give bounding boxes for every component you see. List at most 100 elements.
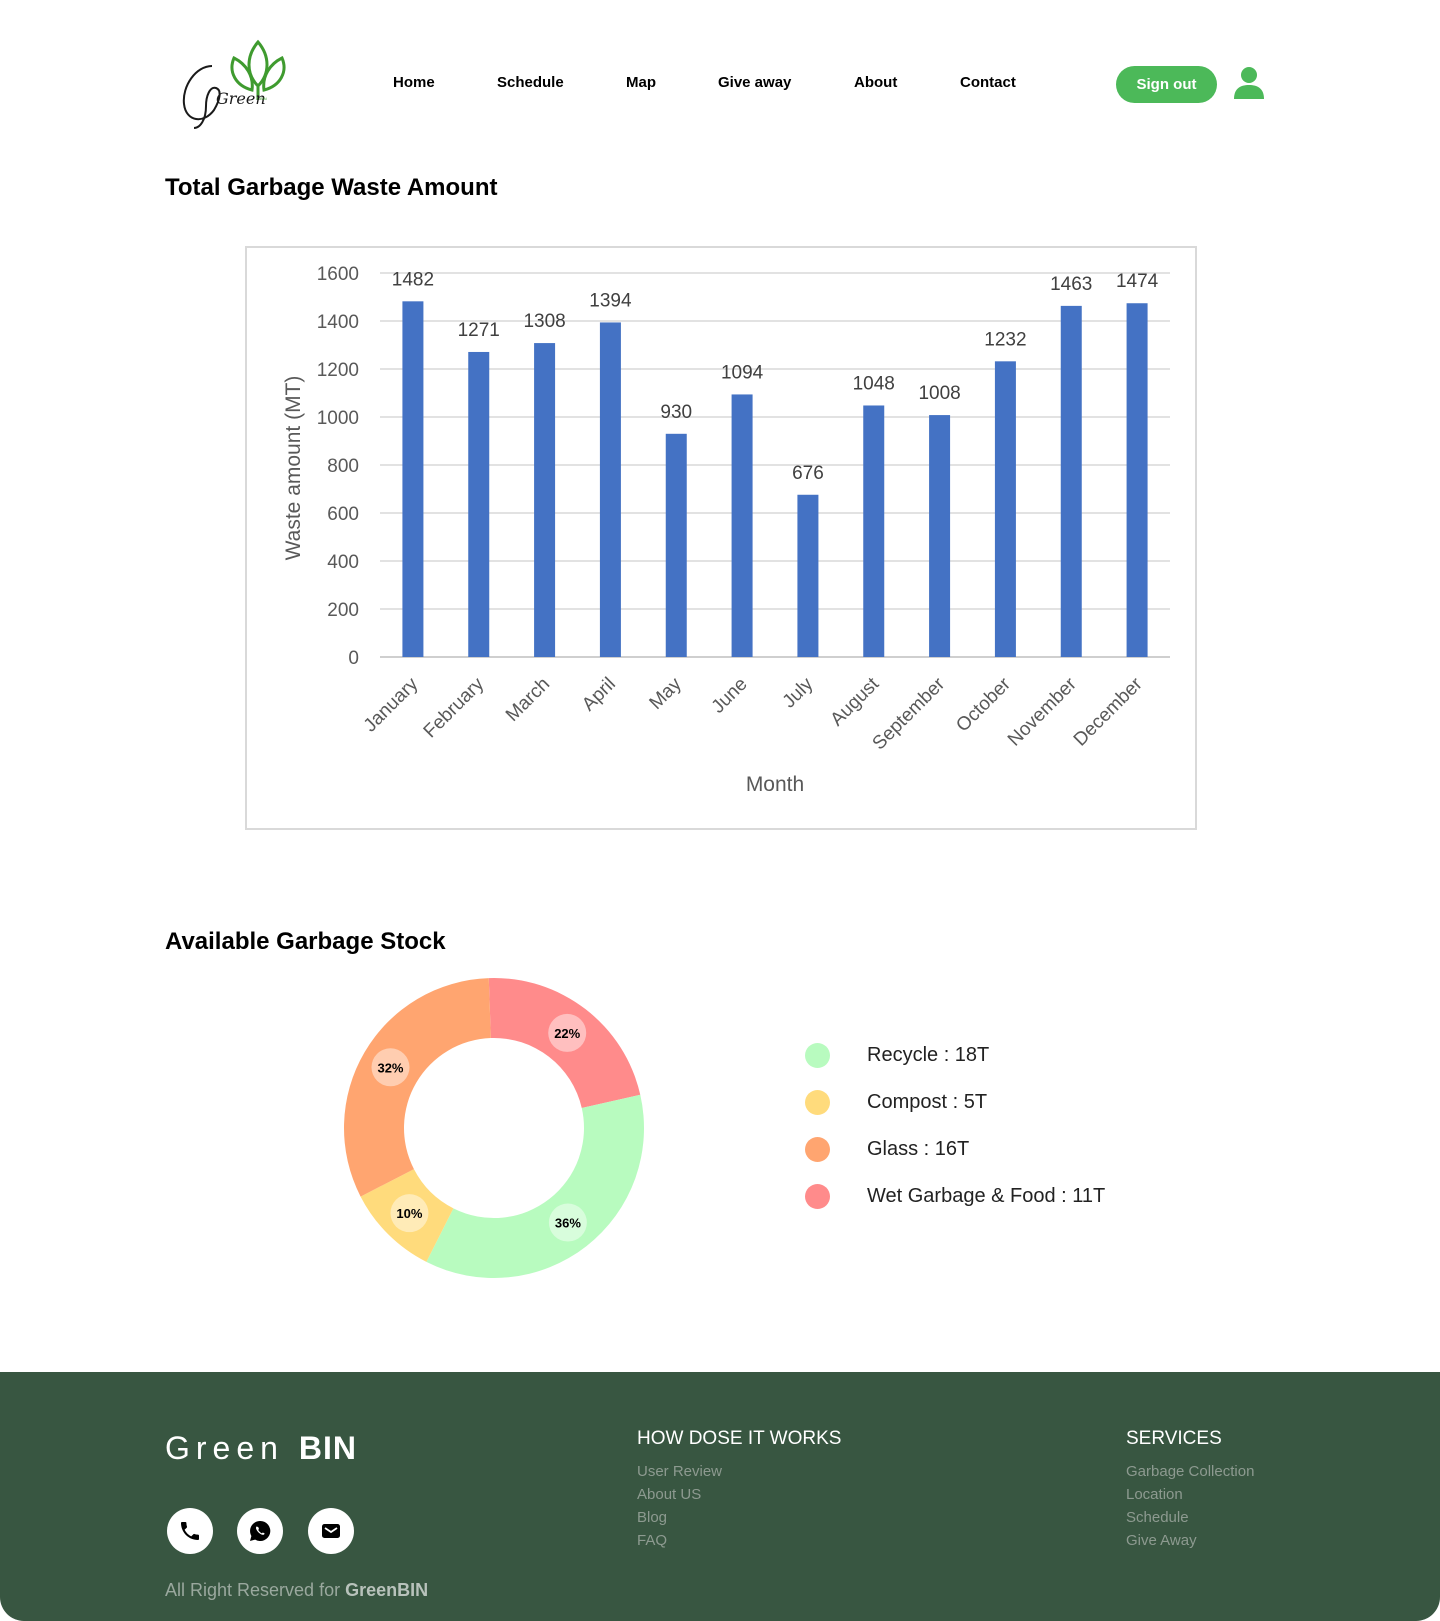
legend-dot	[805, 1184, 830, 1209]
y-tick-label: 400	[327, 552, 359, 573]
x-tick-label: March	[502, 674, 554, 726]
y-tick-label: 1400	[317, 312, 359, 333]
y-tick-label: 1600	[317, 264, 359, 285]
footer-link-location[interactable]: Location	[1126, 1486, 1183, 1503]
bar-data-label: 930	[660, 402, 692, 423]
legend-dot	[805, 1090, 830, 1115]
bar-data-label: 1482	[392, 269, 434, 290]
bar-data-label: 1308	[523, 311, 565, 332]
x-tick-label: January	[360, 673, 423, 736]
bar	[1126, 303, 1148, 657]
bar-data-label: 1048	[853, 373, 895, 394]
footer-link-blog[interactable]: Blog	[637, 1509, 667, 1526]
bar-data-label: 1394	[589, 290, 632, 311]
whatsapp-button[interactable]	[237, 1508, 283, 1554]
bar	[929, 415, 951, 657]
x-tick-label: May	[646, 673, 687, 714]
y-tick-label: 200	[327, 600, 359, 621]
mail-icon	[322, 1524, 340, 1538]
bar-chart-svg: 0 200 400 600 800 1000 1200 1400 1600 1482 January…	[282, 264, 1170, 796]
greenbin-logo[interactable]: Green BIN	[176, 36, 288, 130]
x-tick-label: October	[952, 673, 1015, 736]
bar	[994, 361, 1016, 657]
footer-col-services-title: SERVICES	[1126, 1428, 1222, 1449]
nav-schedule[interactable]: Schedule	[497, 74, 564, 91]
sign-out-button[interactable]: Sign out	[1116, 66, 1217, 103]
user-profile-icon[interactable]	[1233, 66, 1265, 100]
bar	[731, 394, 753, 657]
y-tick-label: 800	[327, 456, 359, 477]
x-tick-label: February	[420, 673, 489, 742]
legend-item-compost: Compost : 5T	[805, 1087, 1165, 1117]
x-axis-title: Month	[746, 773, 804, 796]
svg-text:BIN: BIN	[260, 96, 267, 101]
bar-data-label: 1474	[1116, 271, 1159, 292]
nav-about[interactable]: About	[854, 74, 897, 91]
footer-link-give-away[interactable]: Give Away	[1126, 1532, 1197, 1549]
stock-title: Available Garbage Stock	[165, 928, 446, 955]
logo-wordmark: Green	[216, 89, 266, 108]
x-tick-label: December	[1070, 673, 1147, 750]
whatsapp-icon	[250, 1520, 271, 1541]
y-tick-label: 0	[348, 648, 359, 669]
bar-data-label: 1463	[1050, 274, 1092, 295]
bar-data-label: 1271	[458, 320, 500, 341]
bar	[1060, 305, 1082, 657]
donut-slice	[344, 978, 491, 1197]
legend-item-recycle: Recycle : 18T	[805, 1040, 1165, 1070]
y-tick-label: 1000	[317, 408, 359, 429]
footer-link-garbage-collection[interactable]: Garbage Collection	[1126, 1463, 1254, 1480]
y-tick-label: 1200	[317, 360, 359, 381]
footer-col-how-it-works-title: HOW DOSE IT WORKS	[637, 1428, 842, 1449]
header: Green BIN Home Schedule Map Give away Ab…	[0, 0, 1440, 160]
phone-icon	[181, 1522, 199, 1540]
slice-percent-label: 32%	[377, 1060, 403, 1075]
bar	[797, 494, 819, 657]
footer: Green BIN All Right Reserved for GreenBI…	[0, 1372, 1440, 1621]
x-tick-label: August	[827, 673, 884, 730]
waste-bar-chart: 0 200 400 600 800 1000 1200 1400 1600 1482 January…	[245, 246, 1197, 830]
footer-link-user-review[interactable]: User Review	[637, 1463, 722, 1480]
nav-home[interactable]: Home	[393, 74, 435, 91]
x-tick-label: November	[1004, 673, 1081, 750]
legend-item-wet-garbage: Wet Garbage & Food : 11T	[805, 1181, 1165, 1211]
bar-data-label: 1094	[721, 362, 764, 383]
nav-map[interactable]: Map	[626, 74, 656, 91]
legend-label: Wet Garbage & Food : 11T	[867, 1185, 1106, 1207]
bar	[468, 351, 490, 657]
bar	[534, 343, 556, 657]
footer-brand: Green BIN	[165, 1430, 357, 1466]
footer-link-schedule[interactable]: Schedule	[1126, 1509, 1189, 1526]
footer-link-about-us[interactable]: About US	[637, 1486, 701, 1503]
legend-label: Recycle : 18T	[867, 1044, 990, 1066]
slice-percent-label: 36%	[555, 1216, 581, 1231]
bar-data-label: 1008	[918, 383, 960, 404]
bar-data-label: 676	[792, 463, 824, 484]
y-axis-title: Waste amount (MT)	[282, 376, 305, 561]
legend-dot	[805, 1043, 830, 1068]
footer-link-faq[interactable]: FAQ	[637, 1532, 667, 1549]
slice-percent-label: 22%	[554, 1026, 580, 1041]
bar-data-label: 1232	[984, 329, 1026, 350]
legend-label: Compost : 5T	[867, 1091, 988, 1113]
x-tick-label: September	[869, 673, 950, 754]
nav-contact[interactable]: Contact	[960, 74, 1016, 91]
slice-percent-label: 10%	[396, 1206, 422, 1221]
stock-donut-chart: 22% 36% 10% 32%	[336, 970, 652, 1286]
legend-dot	[805, 1137, 830, 1162]
donut-chart-svg: 22% 36% 10% 32%	[344, 978, 644, 1278]
legend-item-glass: Glass : 16T	[805, 1134, 1165, 1164]
bar	[402, 301, 424, 657]
phone-button[interactable]	[167, 1508, 213, 1554]
nav-give-away[interactable]: Give away	[718, 74, 791, 91]
legend-label: Glass : 16T	[867, 1138, 970, 1160]
bar	[863, 405, 885, 657]
x-tick-label: April	[578, 674, 620, 716]
total-waste-title: Total Garbage Waste Amount	[165, 174, 498, 201]
donut-slice	[426, 1094, 644, 1278]
x-tick-label: July	[779, 673, 818, 712]
copyright: All Right Reserved for GreenBIN	[165, 1580, 429, 1600]
x-tick-label: June	[708, 674, 752, 718]
mail-button[interactable]	[308, 1508, 354, 1554]
y-tick-label: 600	[327, 504, 359, 525]
